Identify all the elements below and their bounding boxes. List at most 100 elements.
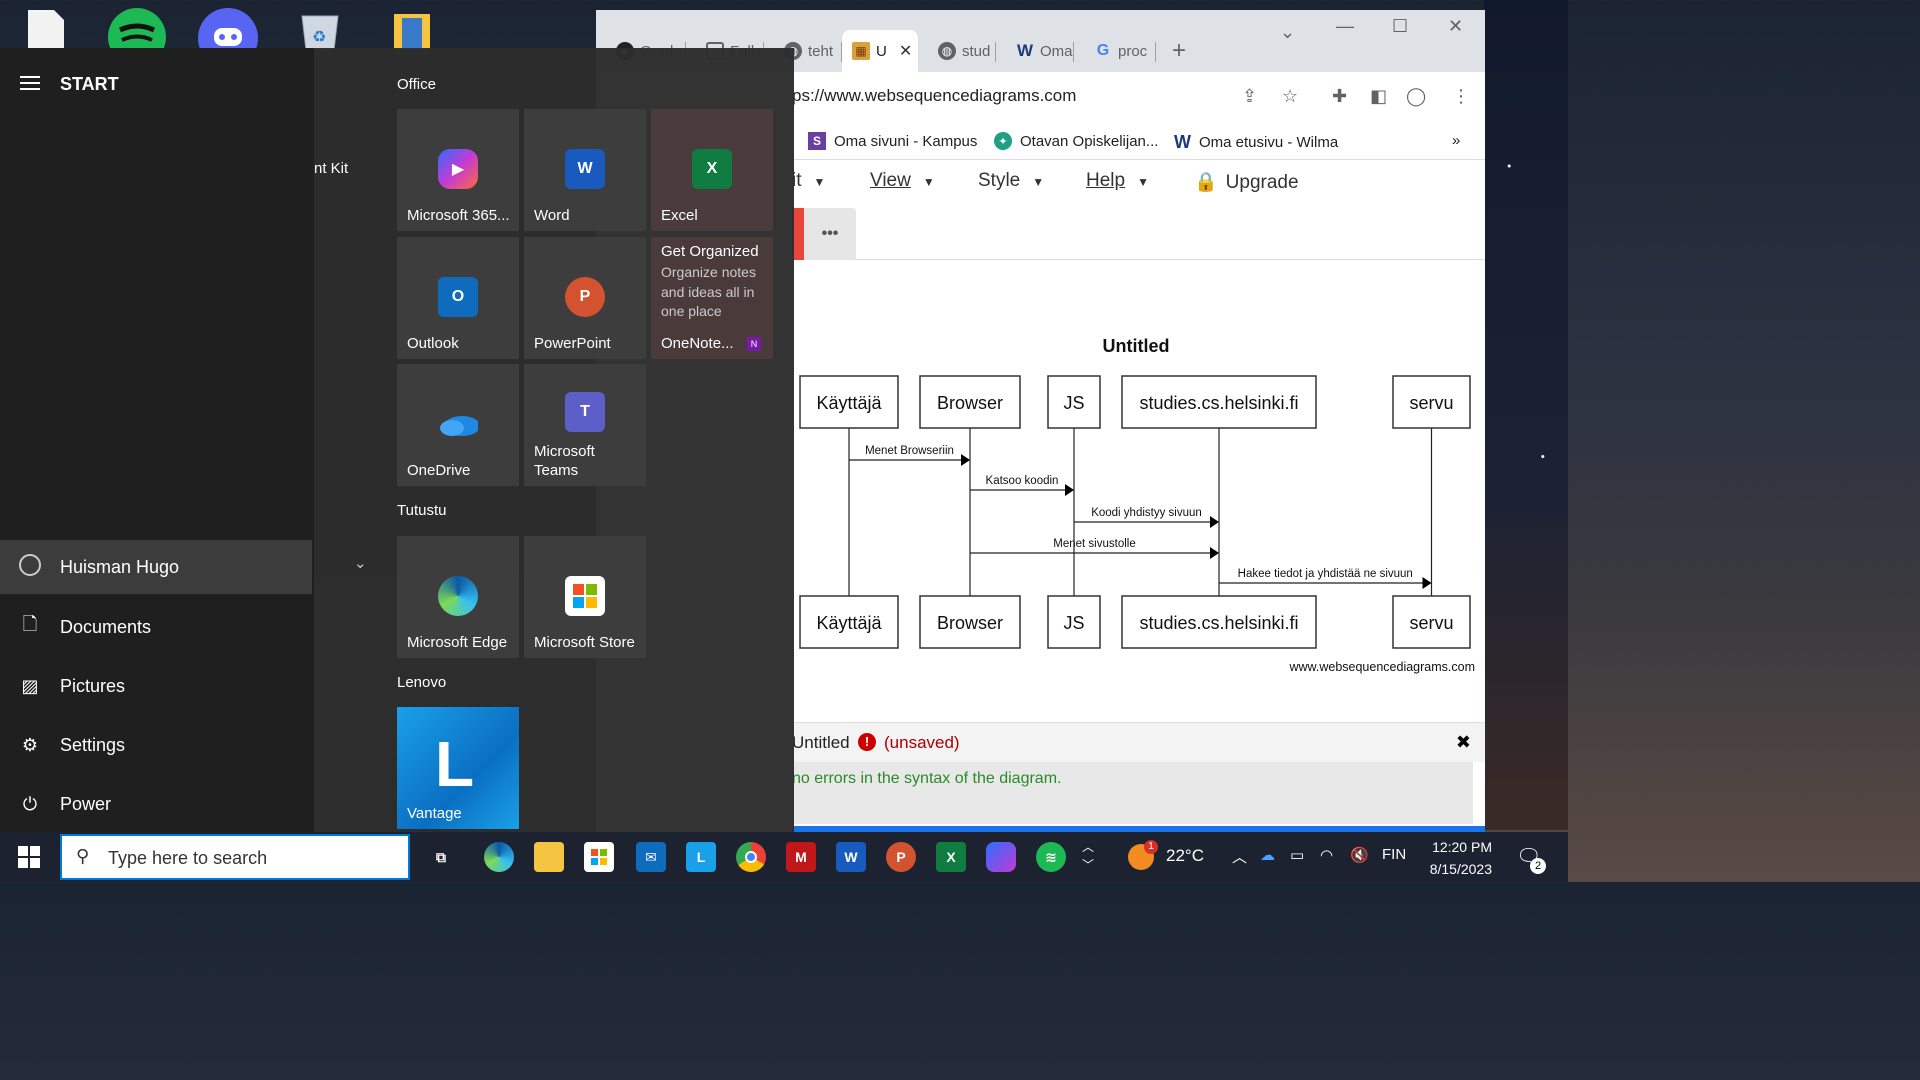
bookmark-kampus[interactable]: S Oma sivuni - Kampus	[808, 132, 977, 150]
taskbar-clock[interactable]: 12:20 PM 8/15/2023	[1430, 836, 1492, 880]
close-panel-icon[interactable]: ✖	[1456, 732, 1471, 753]
arrow-head	[1210, 516, 1219, 528]
show-hidden-icons[interactable]: ︿	[1232, 846, 1247, 867]
tile-word[interactable]: W Word	[524, 109, 646, 231]
excel-taskbar-icon[interactable]: X	[936, 842, 966, 872]
message-label: Menet Browseriin	[865, 445, 954, 457]
svg-text:♻: ♻	[312, 29, 326, 46]
participant-label: JS	[1063, 613, 1084, 633]
tile-onenote[interactable]: Get Organized Organize notes and ideas a…	[651, 237, 773, 359]
chrome-menu-icon[interactable]: ⋮	[1452, 86, 1470, 107]
share-icon[interactable]: ⇪	[1242, 86, 1257, 107]
app-list-partial-label[interactable]: nt Kit	[314, 160, 348, 177]
new-tab-button[interactable]: +	[1162, 30, 1202, 72]
lock-icon: 🔒	[1194, 172, 1218, 193]
recycle-bin-desktop-icon[interactable]: ♻	[296, 8, 342, 51]
power-icon: ⏻	[22, 793, 38, 814]
tile-excel[interactable]: X Excel	[651, 109, 773, 231]
message-label: Menet sivustolle	[1053, 538, 1135, 550]
participant-label: servu	[1409, 613, 1453, 633]
mail-icon[interactable]: ✉	[636, 842, 666, 872]
search-input[interactable]: Type here to search	[108, 848, 267, 869]
windows-start-icon[interactable]	[18, 846, 40, 873]
more-options-button[interactable]: •••	[804, 208, 856, 260]
tab-oma[interactable]: W Oma	[996, 30, 1074, 72]
menu-help[interactable]: Help ▼	[1086, 170, 1149, 192]
otava-icon: ✦	[994, 132, 1012, 150]
file-desktop-icon[interactable]	[26, 8, 72, 50]
wifi-icon[interactable]: ◠	[1320, 846, 1333, 864]
mcafee-icon[interactable]: M	[786, 842, 816, 872]
microsoft-365-taskbar-icon[interactable]	[986, 842, 1016, 872]
chrome-icon[interactable]	[736, 842, 766, 872]
wilma-icon: W	[1174, 132, 1191, 152]
bookmarks-overflow[interactable]: »	[1452, 132, 1460, 149]
task-view-icon[interactable]: ⧉	[426, 842, 456, 872]
side-panel-icon[interactable]: ◧	[1370, 86, 1387, 107]
tab-search-icon[interactable]: ⌄	[1280, 22, 1295, 43]
onedrive-tray-icon[interactable]: ☁	[1260, 846, 1275, 864]
bookmark-wilma[interactable]: W Oma etusivu - Wilma	[1174, 132, 1338, 153]
close-tab-icon[interactable]: ✕	[899, 41, 912, 61]
tile-onedrive[interactable]: OneDrive	[397, 364, 519, 486]
nav-settings[interactable]: ⚙ Settings	[0, 718, 312, 772]
tab-active-websequencediagrams[interactable]: ▦ U ✕	[842, 30, 918, 72]
menu-style[interactable]: Style ▼	[978, 170, 1044, 192]
tile-edge[interactable]: Microsoft Edge	[397, 536, 519, 658]
tile-vantage[interactable]: L Vantage	[397, 707, 519, 829]
nav-power[interactable]: ⏻ Power	[0, 777, 312, 831]
store-icon	[565, 576, 605, 616]
nav-documents[interactable]: 🗋 Documents	[0, 600, 312, 654]
start-tiles-pane: nt Kit ⌄ Office ▶ Microsoft 365... W Wor…	[314, 48, 794, 832]
teams-icon: T	[565, 392, 605, 432]
minimize-icon[interactable]: —	[1336, 16, 1354, 37]
warning-icon: !	[858, 733, 876, 751]
menu-upgrade[interactable]: 🔒 Upgrade	[1194, 170, 1299, 194]
battery-icon[interactable]: ▭	[1290, 846, 1304, 864]
tile-outlook[interactable]: O Outlook	[397, 237, 519, 359]
edge-taskbar-icon[interactable]	[484, 842, 514, 872]
message-label: Hakee tiedot ja yhdistää ne sivuun	[1238, 568, 1413, 580]
taskbar-scroll-icon[interactable]: ︿ ﹀	[1082, 838, 1094, 874]
tab-stud[interactable]: ◍ stud	[918, 30, 996, 72]
tab-proc[interactable]: G proc	[1074, 30, 1156, 72]
word-taskbar-icon[interactable]: W	[836, 842, 866, 872]
spotify-desktop-icon[interactable]	[108, 8, 166, 66]
tile-store[interactable]: Microsoft Store	[524, 536, 646, 658]
menu-view[interactable]: View ▼	[870, 170, 935, 192]
store-taskbar-icon[interactable]	[584, 842, 614, 872]
volume-muted-icon[interactable]: 🔇	[1350, 846, 1369, 864]
url-field[interactable]: ps://www.websequencediagrams.com	[792, 86, 1076, 106]
nav-user[interactable]: Huisman Hugo	[0, 540, 312, 594]
edge-icon	[438, 576, 478, 616]
expand-chevron-icon[interactable]: ⌄	[354, 554, 367, 572]
tile-teams[interactable]: T Microsoft Teams	[524, 364, 646, 486]
language-indicator[interactable]: FIN	[1382, 846, 1406, 863]
profile-icon[interactable]: ◯	[1406, 86, 1426, 107]
tile-powerpoint[interactable]: P PowerPoint	[524, 237, 646, 359]
bookmark-otava[interactable]: ✦ Otavan Opiskelijan...	[994, 132, 1158, 150]
onedrive-icon	[438, 404, 478, 444]
vantage-icon: L	[435, 728, 475, 800]
extensions-icon[interactable]: ✚	[1332, 86, 1347, 107]
nav-pictures[interactable]: ▨ Pictures	[0, 659, 312, 713]
close-window-icon[interactable]: ✕	[1448, 16, 1463, 37]
file-explorer-icon[interactable]	[534, 842, 564, 872]
bookmark-star-icon[interactable]: ☆	[1282, 86, 1298, 107]
search-icon: ⚲	[76, 846, 90, 866]
spotify-taskbar-icon[interactable]: ≋	[1036, 842, 1066, 872]
tile-microsoft-365[interactable]: ▶ Microsoft 365...	[397, 109, 519, 231]
taskbar-search[interactable]: ⚲ Type here to search	[60, 834, 410, 880]
weather-temp[interactable]: 22°C	[1166, 846, 1204, 866]
maximize-icon[interactable]: ☐	[1392, 16, 1408, 37]
excel-icon: X	[692, 149, 732, 189]
desktop-wallpaper	[1484, 0, 1568, 830]
hamburger-icon[interactable]	[20, 76, 40, 94]
participant-label: Käyttäjä	[816, 613, 882, 633]
discord-desktop-icon[interactable]	[198, 8, 258, 68]
menu-edit[interactable]: it ▼	[792, 170, 825, 192]
powerpoint-taskbar-icon[interactable]: P	[886, 842, 916, 872]
folder-desktop-icon[interactable]	[392, 8, 438, 50]
vantage-taskbar-icon[interactable]: L	[686, 842, 716, 872]
arrow-head	[961, 454, 970, 466]
